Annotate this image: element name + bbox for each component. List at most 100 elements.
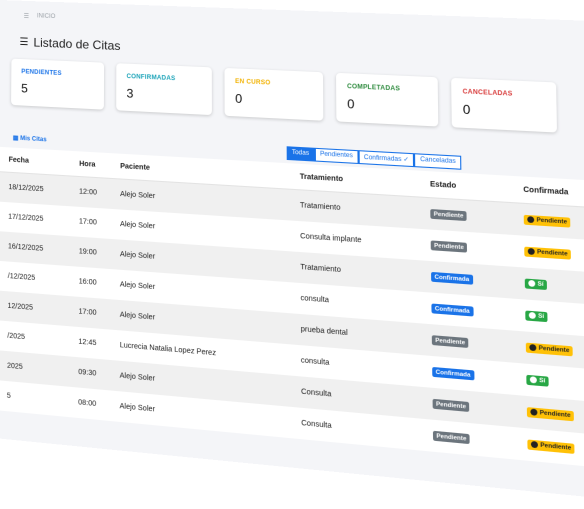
header-hora[interactable]: Hora xyxy=(79,160,120,170)
cell-estado: Confirmada xyxy=(432,366,526,385)
card-value: 0 xyxy=(462,101,471,118)
clock-icon xyxy=(529,344,537,352)
cell-paciente: Alejo Soler xyxy=(119,402,156,414)
cell-fecha: 5 xyxy=(6,392,11,401)
table-body: 18/12/2025 12:00 Alejo Soler Tratamiento Pen… xyxy=(0,172,584,478)
pending-badge: Pendiente xyxy=(525,342,574,357)
mis-citas-label: Mis Citas xyxy=(20,135,47,144)
status-badge: Pendiente xyxy=(430,240,468,253)
header-fecha[interactable]: Fecha xyxy=(0,155,79,167)
clock-icon xyxy=(530,441,539,449)
cell-tratamiento: Consulta xyxy=(301,388,332,399)
clock-icon xyxy=(527,248,535,256)
tab-pendientes[interactable]: Pendientes xyxy=(314,147,359,165)
card-label: PENDIENTES xyxy=(21,69,62,78)
cell-estado: Confirmada xyxy=(431,303,525,320)
cell-confirmada: Pendiente xyxy=(527,439,584,463)
card-confirmadas: CONFIRMADAS 3 xyxy=(116,63,212,116)
cell-confirmada: Sí xyxy=(525,310,584,331)
badge-label: Pendiente xyxy=(536,217,568,226)
card-en-curso: EN CURSO 0 xyxy=(224,67,324,121)
cell-confirmada: Pendiente xyxy=(525,342,584,364)
card-value: 3 xyxy=(126,86,134,101)
cell-tratamiento: consulta xyxy=(300,294,330,305)
cell-confirmada: Pendiente xyxy=(524,246,584,266)
check-icon xyxy=(529,376,537,384)
pending-badge: Pendiente xyxy=(524,246,572,260)
cell-hora: 12:00 xyxy=(79,188,98,197)
pending-badge: Pendiente xyxy=(527,439,575,455)
card-completadas: COMPLETADAS 0 xyxy=(336,72,439,127)
status-badge: Confirmada xyxy=(432,366,474,381)
cell-confirmada: Sí xyxy=(526,374,584,398)
cell-hora: 19:00 xyxy=(78,248,97,257)
card-value: 0 xyxy=(347,96,355,112)
cell-confirmada: Sí xyxy=(524,278,584,299)
clock-icon xyxy=(530,408,538,417)
tab-confirmadas[interactable]: Confirmadas ✓ xyxy=(358,150,415,168)
header-confirmada[interactable]: Confirmada xyxy=(523,186,584,202)
breadcrumb[interactable]: INICIO xyxy=(37,13,55,20)
cell-hora: 08:00 xyxy=(78,399,97,409)
header-tratamiento[interactable]: Tratamiento xyxy=(300,173,430,188)
cell-tratamiento: Consulta xyxy=(301,419,332,431)
cell-tratamiento: Tratamiento xyxy=(299,202,341,213)
status-badge: Confirmada xyxy=(431,303,474,317)
cell-hora: 17:00 xyxy=(78,218,97,227)
cell-tratamiento: prueba dental xyxy=(300,325,348,338)
pending-badge: Pendiente xyxy=(523,214,571,228)
hamburger-icon[interactable]: ☰ xyxy=(24,12,29,19)
cell-estado: Pendiente xyxy=(430,209,524,225)
check-icon xyxy=(528,280,536,288)
status-badge: Pendiente xyxy=(432,430,470,445)
check-icon xyxy=(528,312,536,320)
cell-paciente: Alejo Soler xyxy=(119,311,156,322)
badge-label: Sí xyxy=(537,281,544,289)
cell-tratamiento: Consulta implante xyxy=(300,232,362,245)
clock-icon xyxy=(527,216,535,224)
tab-canceladas[interactable]: Canceladas xyxy=(414,153,462,170)
badge-label: Sí xyxy=(539,377,546,385)
mis-citas-link[interactable]: ▦ Mis Citas xyxy=(13,134,47,143)
status-badge: Confirmada xyxy=(431,271,473,285)
cell-fecha: /2025 xyxy=(7,332,25,342)
card-label: CONFIRMADAS xyxy=(126,73,176,83)
cell-paciente: Alejo Soler xyxy=(120,190,156,201)
badge-label: Pendiente xyxy=(540,442,572,453)
card-value: 5 xyxy=(21,81,28,96)
cell-estado: Pendiente xyxy=(430,240,525,256)
cell-hora: 16:00 xyxy=(78,278,97,287)
cell-confirmada: Pendiente xyxy=(523,214,584,234)
status-badge: Pendiente xyxy=(430,209,467,222)
pending-badge: Pendiente xyxy=(526,406,575,422)
badge-label: Sí xyxy=(538,313,545,321)
cell-fecha: 17/12/2025 xyxy=(8,213,44,224)
cell-fecha: 2025 xyxy=(7,362,23,372)
card-label: EN CURSO xyxy=(235,78,271,87)
card-canceladas: CANCELADAS 0 xyxy=(451,77,557,133)
badge-label: Pendiente xyxy=(537,249,568,259)
confirmed-badge: Sí xyxy=(525,310,548,323)
cell-fecha: 16/12/2025 xyxy=(7,243,44,253)
cell-hora: 09:30 xyxy=(78,368,97,378)
header-paciente[interactable]: Paciente xyxy=(120,162,300,180)
cell-paciente: Alejo Soler xyxy=(120,220,156,231)
appointments-page: ☰ INICIO ☰ Listado de Citas PENDIENTES 5… xyxy=(0,0,584,509)
status-badge: Pendiente xyxy=(432,398,470,412)
cell-paciente: Alejo Soler xyxy=(119,251,156,261)
badge-label: Pendiente xyxy=(539,410,571,420)
header-estado[interactable]: Estado xyxy=(430,180,523,193)
cell-tratamiento: consulta xyxy=(300,357,330,368)
card-pendientes: PENDIENTES 5 xyxy=(11,58,105,110)
card-value: 0 xyxy=(235,91,243,107)
cell-estado: Confirmada xyxy=(431,271,525,289)
status-badge: Pendiente xyxy=(431,335,469,348)
cell-estado: Pendiente xyxy=(431,335,526,352)
card-label: COMPLETADAS xyxy=(347,83,401,93)
appointments-table: Fecha Hora Paciente Tratamiento Estado C… xyxy=(0,146,584,478)
confirmed-badge: Sí xyxy=(524,278,548,291)
cell-paciente: Alejo Soler xyxy=(119,372,156,383)
tab-todas[interactable]: Todas xyxy=(286,146,315,162)
list-icon: ☰ xyxy=(19,36,29,48)
cell-fecha: /12/2025 xyxy=(7,272,36,283)
